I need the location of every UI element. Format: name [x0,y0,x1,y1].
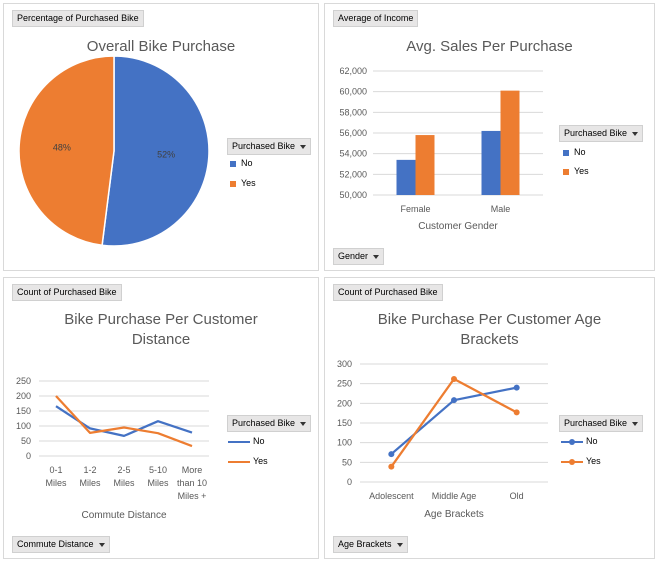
legend-line-yes [561,458,583,465]
axis-field-button-commute[interactable]: Commute Distance [12,536,110,553]
legend-item-yes: Yes [561,456,601,467]
age-chart-panel: Count of Purchased Bike Bike Purchase Pe… [324,277,655,559]
x-axis-title: Commute Distance [81,510,166,521]
dropdown-arrow-icon [300,421,307,426]
y-tick-label: 200 [16,391,31,401]
data-point-no [513,384,520,391]
axis-field-button-gender[interactable]: Gender [333,248,385,265]
legend-swatch-yes [563,168,569,175]
legend-marker-no [569,438,575,445]
y-tick-label: 200 [337,398,352,408]
dropdown-arrow-icon [373,254,380,259]
legend-marker-yes [569,458,575,465]
dropdown-arrow-icon [632,131,639,136]
pie-slice-no [101,55,210,247]
x-tick-label: 5-10 [149,465,167,475]
y-tick-label: 58,000 [339,107,367,117]
y-tick-label: 54,000 [339,149,367,159]
pie-data-label-no: 52% [157,149,175,159]
x-tick-label: Miles [113,478,135,488]
distance-chart-panel: Count of Purchased Bike Bike Purchase Pe… [3,277,319,559]
y-tick-label: 250 [16,376,31,386]
y-tick-label: 50 [342,457,352,467]
x-tick-label: Miles [147,478,169,488]
legend-filter-button[interactable]: Purchased Bike [559,125,644,142]
x-axis-title: Age Brackets [424,509,483,520]
x-tick-label: 2-5 [117,465,130,475]
y-tick-label: 52,000 [339,169,367,179]
legend-swatch-no [563,149,569,156]
dropdown-arrow-icon [300,144,307,149]
x-tick-label: More [182,465,203,475]
x-tick-label: Middle Age [432,491,477,501]
legend-item-no: No [228,436,265,447]
y-tick-label: 100 [16,421,31,431]
y-tick-label: 56,000 [339,128,367,138]
x-tick-label: Miles + [178,491,207,501]
x-tick-label: Male [491,204,511,214]
dropdown-arrow-icon [632,421,639,426]
legend-item-yes: Yes [563,166,589,177]
legend-item-yes: Yes [230,178,256,189]
legend-swatch-yes [230,180,236,187]
y-tick-label: 50 [21,436,31,446]
data-point-yes [388,463,395,470]
legend-line-no [561,438,583,445]
y-tick-label: 62,000 [339,66,367,76]
legend-filter-button[interactable]: Purchased Bike [227,138,312,155]
y-tick-label: 50,000 [339,190,367,200]
x-tick-label: Miles [79,478,101,488]
x-tick-label: Miles [45,478,67,488]
x-tick-label: Adolescent [369,491,414,501]
data-point-no [451,397,457,404]
legend-filter-button[interactable]: Purchased Bike [559,415,644,432]
x-tick-label: than 10 [177,478,207,488]
legend-item-no: No [563,147,586,158]
legend-item-yes: Yes [228,456,268,467]
y-tick-label: 100 [337,438,352,448]
legend-line-yes [228,460,250,463]
pie-chart-panel: Percentage of Purchased Bike Overall Bik… [3,3,319,271]
pie-data-label-yes: 48% [53,143,71,153]
dropdown-arrow-icon [396,542,403,547]
y-tick-label: 150 [16,406,31,416]
x-tick-label: Old [510,491,524,501]
x-tick-label: 1-2 [83,465,96,475]
x-axis-title: Customer Gender [418,221,498,232]
legend-item-no: No [230,158,253,169]
x-tick-label: 0-1 [49,465,62,475]
legend-item-no: No [561,436,598,447]
bar-no-male [481,130,501,195]
y-tick-label: 300 [337,359,352,369]
y-tick-label: 250 [337,379,352,389]
axis-field-button-age[interactable]: Age Brackets [333,536,408,553]
bar-yes-female [415,135,435,195]
x-tick-label: Female [400,204,430,214]
legend-swatch-no [230,160,236,167]
data-point-no [388,451,395,458]
y-tick-label: 60,000 [339,87,367,97]
bar-yes-male [500,90,520,195]
y-tick-label: 0 [347,477,352,487]
legend-filter-button[interactable]: Purchased Bike [227,415,312,432]
legend-line-no [228,440,250,443]
y-tick-label: 0 [26,451,31,461]
data-point-yes [513,409,520,416]
bar-chart-panel: Average of Income Avg. Sales Per Purchas… [324,3,655,271]
series-line-yes [55,395,193,448]
data-point-yes [451,375,457,382]
y-tick-label: 150 [337,418,352,428]
bar-no-female [396,159,416,195]
dropdown-arrow-icon [98,542,105,547]
